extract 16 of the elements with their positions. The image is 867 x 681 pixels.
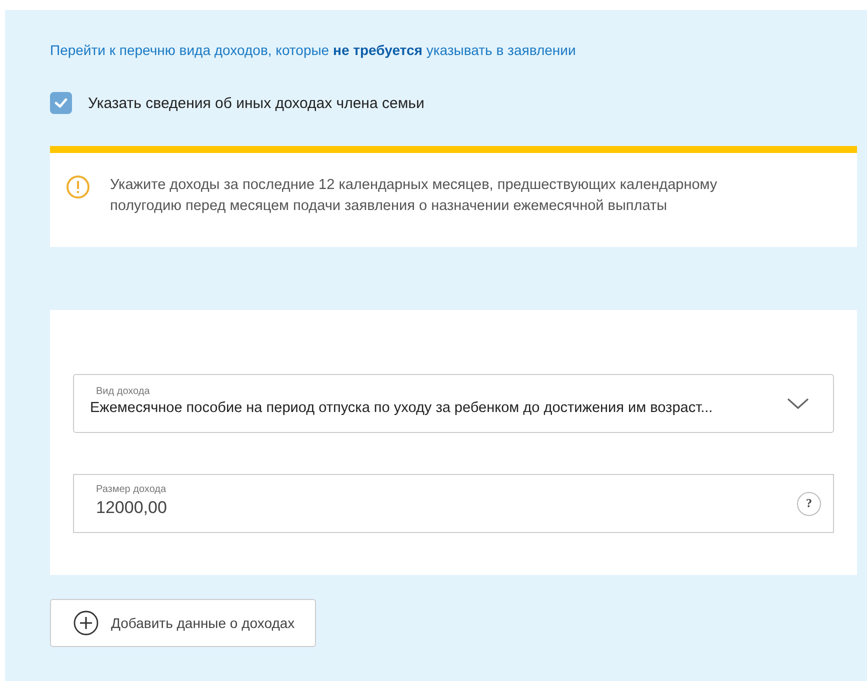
notice-text: Укажите доходы за последние 12 календарных месяцев, предшествующих календарному полугодию перед месяцем подачи заявления о назначении ежемесячной выплаты: [110, 176, 718, 216]
checkbox-label: Указать сведения об иных доходах члена семьи: [88, 94, 424, 112]
check-icon: [54, 97, 68, 109]
plus-icon: [73, 610, 99, 636]
chevron-down-icon: [787, 398, 809, 410]
field-label: Вид дохода: [95, 386, 151, 396]
field-value: Ежемесячное пособие на период отпуска по уходу за ребенком до достижения им возраст...: [90, 400, 714, 416]
checkbox[interactable]: [50, 92, 72, 114]
field-label: Размер дохода: [96, 484, 168, 494]
add-button[interactable]: Добавить данные о доходах: [50, 599, 316, 647]
link[interactable]: Перейти к перечню вида доходов, которые не требуется указывать в заявлении: [50, 42, 857, 58]
field-value: 12000,00: [96, 498, 168, 518]
help-button[interactable]: ?: [797, 492, 821, 516]
warning-icon: [66, 175, 90, 199]
select-field[interactable]: Вид дохода Ежемесячное пособие на период отпуска по уходу за ребенком до достижения им возраст...: [73, 374, 834, 433]
input-field[interactable]: Размер дохода 12000,00 ?: [73, 474, 834, 533]
